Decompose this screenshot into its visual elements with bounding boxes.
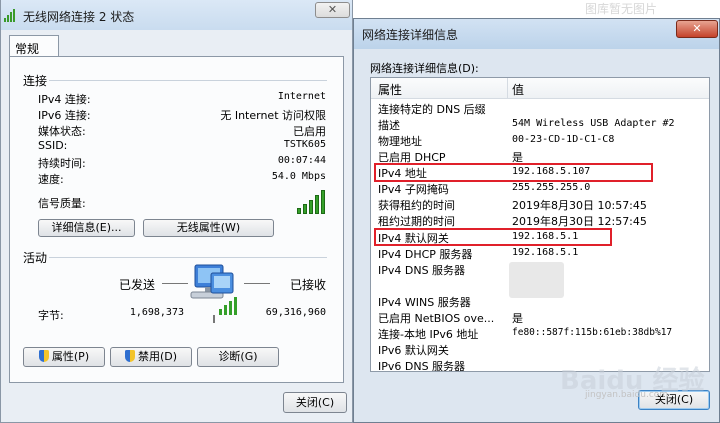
bytes-label: 字节: [38, 309, 64, 322]
details-button[interactable]: 详细信息(E)... [38, 219, 135, 237]
row-value: 2019年8月30日 12:57:45 [512, 215, 647, 228]
activity-section-title: 活动 [23, 251, 48, 265]
highlight-default-gateway [374, 228, 612, 246]
disable-button-label: 禁用(D) [137, 350, 178, 363]
details-list[interactable]: 属性 值 连接特定的 DNS 后缀 描述 54M Wireless USB Ad… [370, 77, 710, 372]
details-window-title: 网络连接详细信息 [362, 28, 459, 42]
row-value: 2019年8月30日 10:57:45 [512, 199, 647, 212]
network-computer-icon [190, 264, 237, 323]
row-value: 192.168.5.1 [512, 247, 579, 258]
disable-button[interactable]: 禁用(D) [110, 347, 192, 367]
close-icon[interactable]: ✕ [676, 20, 718, 38]
row-property: 租约过期的时间 [378, 215, 455, 228]
row-property: 描述 [378, 119, 400, 132]
received-dash [244, 283, 270, 284]
bytes-received-value: 69,316,960 [265, 307, 326, 318]
row-value: 54M Wireless USB Adapter #2 [512, 118, 675, 129]
row-value: 是 [512, 312, 523, 325]
row-property: 连接-本地 IPv6 地址 [378, 328, 479, 341]
diagnose-button[interactable]: 诊断(G) [197, 347, 279, 367]
wireless-properties-button[interactable]: 无线属性(W) [143, 219, 274, 237]
close-icon[interactable]: ✕ [315, 2, 350, 18]
connection-section-title: 连接 [23, 74, 48, 88]
sent-dash [162, 283, 188, 284]
details-titlebar[interactable]: 网络连接详细信息 ✕ [354, 19, 719, 49]
uac-shield-icon [38, 350, 49, 362]
ipv6-connection-value: 无 Internet 访问权限 [220, 109, 326, 122]
row-value: 00-23-CD-1D-C1-C8 [512, 134, 615, 145]
duration-label: 持续时间: [38, 157, 86, 170]
properties-button[interactable]: 属性(P) [23, 347, 105, 367]
section-divider [49, 257, 327, 258]
row-value: 255.255.255.0 [512, 182, 591, 193]
uac-shield-icon [124, 350, 135, 362]
media-state-label: 媒体状态: [38, 125, 86, 138]
bytes-sent-value: 1,698,373 [129, 307, 184, 318]
column-header-value[interactable]: 值 [512, 81, 524, 98]
blurred-dns-value [509, 262, 564, 298]
ssid-value: TSTK605 [283, 139, 326, 150]
details-list-label: 网络连接详细信息(D): [370, 62, 479, 75]
signal-strength-bars [297, 190, 327, 214]
duration-value: 00:07:44 [277, 155, 326, 166]
status-close-button[interactable]: 关闭(C) [283, 392, 347, 413]
row-property: 物理地址 [378, 135, 422, 148]
row-property: IPv4 DNS 服务器 [378, 264, 466, 277]
row-property: IPv4 WINS 服务器 [378, 296, 471, 309]
ipv4-connection-value: Internet [277, 91, 326, 102]
section-divider [49, 80, 327, 81]
row-value: fe80::587f:115b:61eb:38db%17 [512, 327, 673, 338]
highlight-ipv4-address [374, 163, 653, 182]
wireless-signal-icon [4, 8, 20, 22]
media-state-value: 已启用 [293, 125, 326, 138]
status-window-title: 无线网络连接 2 状态 [23, 10, 135, 24]
ipv6-connection-label: IPv6 连接: [38, 109, 91, 122]
sent-label: 已发送 [119, 278, 156, 292]
row-property: 获得租约的时间 [378, 199, 455, 212]
watermark-top: 图库暂无图片 [585, 2, 658, 16]
row-property: 连接特定的 DNS 后缀 [378, 103, 486, 116]
row-property: IPv4 DHCP 服务器 [378, 248, 473, 261]
details-list-header: 属性 值 [371, 78, 709, 99]
row-property: IPv6 DNS 服务器 [378, 360, 466, 372]
signal-quality-label: 信号质量: [38, 197, 86, 210]
tab-general[interactable]: 常规 [9, 35, 59, 57]
speed-label: 速度: [38, 173, 64, 186]
row-property: IPv6 默认网关 [378, 344, 449, 357]
column-divider[interactable] [507, 78, 508, 98]
ipv4-connection-label: IPv4 连接: [38, 93, 91, 106]
speed-value: 54.0 Mbps [271, 171, 326, 182]
watermark-url: jingyan.baidu.com [585, 390, 669, 400]
status-titlebar[interactable]: 无线网络连接 2 状态 ✕ [1, 0, 352, 30]
column-header-property[interactable]: 属性 [378, 81, 402, 98]
status-window: 无线网络连接 2 状态 ✕ 常规 连接 IPv4 连接: Internet IP… [0, 0, 353, 423]
received-label: 已接收 [290, 278, 327, 292]
ssid-label: SSID: [38, 139, 68, 152]
row-property: IPv4 子网掩码 [378, 183, 449, 196]
properties-button-label: 属性(P) [51, 350, 90, 363]
row-property: 已启用 NetBIOS ove... [378, 312, 495, 325]
